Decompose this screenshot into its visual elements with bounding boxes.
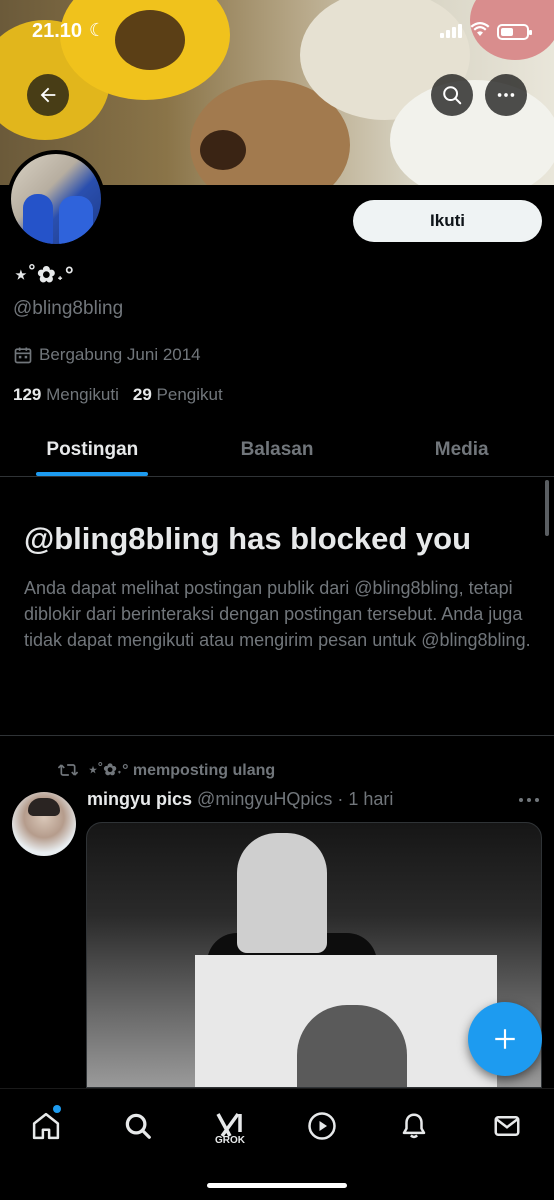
repost-icon [58,764,78,776]
home-indicator [207,1183,347,1188]
blocked-body: Anda dapat melihat postingan publik dari… [24,578,531,651]
search-icon [125,1113,151,1139]
calendar-icon [14,347,32,364]
search-icon [443,86,462,105]
messages-icon [494,1116,520,1136]
home-icon [32,1112,60,1140]
tab-posts[interactable]: Postingan [0,423,185,476]
joined-label: Bergabung Juni 2014 [39,345,201,364]
tweet-author-name[interactable]: mingyu pics [87,789,192,809]
followers-count: 29 [132,385,152,404]
battery-icon [497,24,532,40]
notification-dot [53,1105,61,1113]
nav-grok[interactable]: GROK [207,1103,253,1149]
tab-media[interactable]: Media [369,423,554,476]
status-time: 21.10 [32,20,83,42]
divider [0,735,554,736]
tweet-more-button[interactable] [518,792,540,810]
moon-icon: ☾ [89,20,106,40]
tab-replies[interactable]: Balasan [185,423,370,476]
back-arrow-icon [40,87,56,103]
nav-search[interactable] [115,1103,161,1149]
repost-indicator: ⋆˚✿˖° memposting ulang [58,760,275,780]
followers-label: Pengikut [156,385,223,404]
tweet-header: mingyu pics @mingyuHQpics · 1 hari [87,789,393,810]
plus-icon [495,1029,515,1049]
tweet-author-avatar[interactable] [12,792,76,856]
tweet-time: · 1 hari [337,789,394,809]
more-horizontal-icon [497,93,515,97]
more-horizontal-icon [519,798,539,802]
nav-notifications[interactable] [391,1103,437,1149]
status-bar: 21.10 ☾ [0,18,554,48]
signal-icon [440,24,462,38]
more-options-button[interactable] [485,74,527,116]
profile-handle: @bling8bling [13,298,124,319]
nav-messages[interactable] [484,1103,530,1149]
grok-label: GROK [215,1135,245,1146]
scrollbar[interactable] [545,480,549,536]
back-button[interactable] [27,74,69,116]
search-button[interactable] [431,74,473,116]
tweet-author-handle[interactable]: @mingyuHQpics [197,789,332,809]
blocked-title: @bling8bling has blocked you [24,521,472,556]
repost-label: ⋆˚✿˖° memposting ulang [88,762,276,779]
compose-button[interactable] [468,1002,542,1076]
following-label: Mengikuti [46,385,119,404]
follow-button[interactable]: Ikuti [353,200,542,242]
followers-link[interactable]: 29 Pengikut [133,385,223,405]
blocked-notice: @bling8bling has blocked you Anda dapat … [24,520,534,653]
joined-date: Bergabung Juni 2014 [13,345,201,365]
following-count: 129 [13,385,42,404]
profile-display-name: ⋆˚✿˖° [14,262,75,287]
profile-avatar[interactable] [7,150,105,248]
nav-home[interactable] [23,1103,69,1149]
profile-tabs: Postingan Balasan Media [0,423,554,477]
wifi-icon [470,22,490,43]
follow-stats: 129 Mengikuti 29 Pengikut [13,385,223,405]
nav-video[interactable] [299,1103,345,1149]
notifications-icon [402,1113,426,1139]
video-icon [308,1112,336,1140]
following-link[interactable]: 129 Mengikuti [13,385,119,405]
